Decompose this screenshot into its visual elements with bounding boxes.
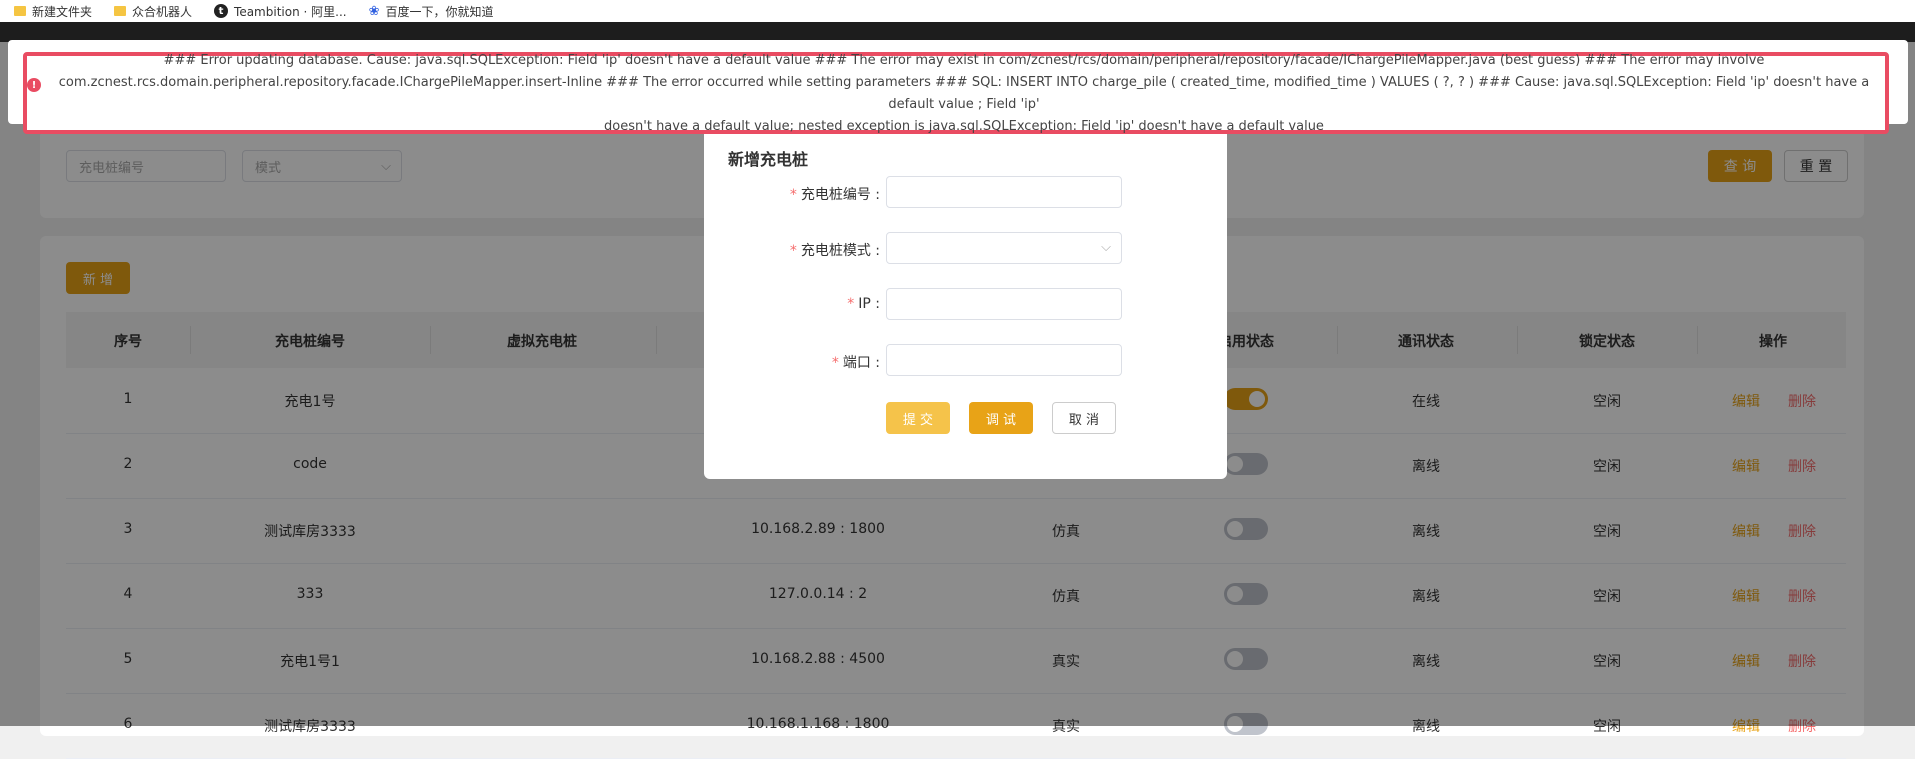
port-label: * 端口 : (832, 352, 880, 372)
port-input[interactable] (886, 344, 1122, 376)
add-charger-dialog: 新增充电桩 * 充电桩编号 : * 充电桩模式 : ⌵ * IP : * 端口 : 提 … (704, 126, 1227, 479)
submit-button[interactable]: 提 交 (886, 402, 950, 434)
bookmark-item[interactable]: 新建文件夹 (14, 3, 92, 20)
required-marker: * (831, 355, 839, 371)
field-label-text: 充电桩编号 : (800, 187, 880, 203)
bookmark-label: Teambition · 阿里... (234, 4, 347, 19)
field-label-text: 端口 : (842, 355, 880, 371)
charger-code-label: * 充电桩编号 : (790, 184, 880, 204)
app-header-bar (0, 22, 1915, 42)
error-line: doesn't have a default value; nested exc… (604, 119, 1324, 134)
required-marker: * (847, 296, 855, 312)
folder-icon (114, 6, 127, 16)
error-icon: ! (27, 78, 41, 92)
bookmark-label: 百度一下，你就知道 (385, 4, 494, 19)
charger-mode-label: * 充电桩模式 : (790, 240, 880, 260)
chevron-down-icon: ⌵ (1101, 240, 1111, 255)
charger-code-input[interactable] (886, 176, 1122, 208)
error-message-text: ### Error updating database. Cause: java… (51, 50, 1877, 138)
bookmark-item[interactable]: ❀ 百度一下，你就知道 (369, 3, 494, 20)
debug-button[interactable]: 调 试 (969, 402, 1033, 434)
charger-mode-select[interactable]: ⌵ (886, 232, 1122, 264)
field-label-text: 充电桩模式 : (800, 243, 880, 259)
bookmark-label: 新建文件夹 (32, 4, 93, 19)
error-message: ! ### Error updating database. Cause: ja… (23, 52, 1889, 134)
cancel-button[interactable]: 取 消 (1052, 402, 1116, 434)
bookmark-label: 众合机器人 (132, 4, 193, 19)
folder-icon (14, 6, 26, 16)
field-label-text: IP : (858, 296, 880, 312)
baidu-paw-icon: ❀ (368, 3, 380, 19)
required-marker: * (789, 187, 797, 203)
ip-label: * IP : (847, 296, 880, 312)
ip-input[interactable] (886, 288, 1122, 320)
error-line: com.zcnest.rcs.domain.peripheral.reposit… (58, 75, 1870, 112)
bookmark-item[interactable]: 众合机器人 (114, 3, 192, 20)
teambition-icon: t (214, 4, 229, 18)
error-line: ### Error updating database. Cause: java… (163, 53, 1765, 68)
required-marker: * (789, 243, 797, 259)
dialog-title: 新增充电桩 (728, 150, 809, 169)
bookmark-item[interactable]: t Teambition · 阿里... (214, 3, 347, 20)
bookmarks-bar: 新建文件夹 众合机器人 t Teambition · 阿里... ❀ 百度一下，你就… (0, 0, 1915, 22)
